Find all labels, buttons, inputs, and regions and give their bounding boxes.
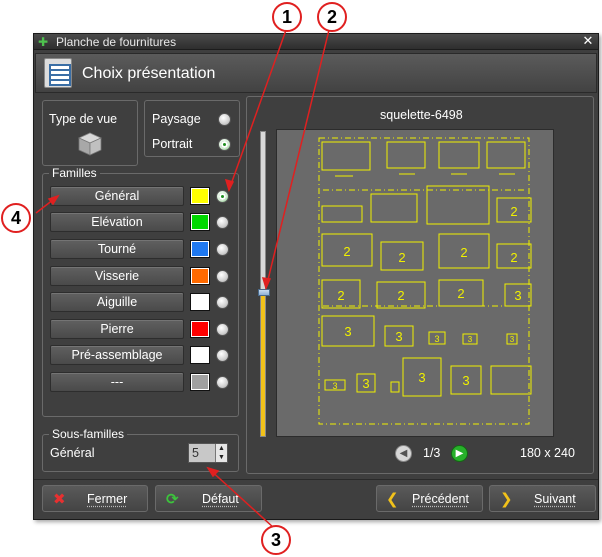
callout-3: 3 [261,525,291,555]
callout-2: 2 [317,2,347,32]
callout-1: 1 [272,2,302,32]
callout-4: 4 [1,203,31,233]
callout-arrows [35,29,330,529]
